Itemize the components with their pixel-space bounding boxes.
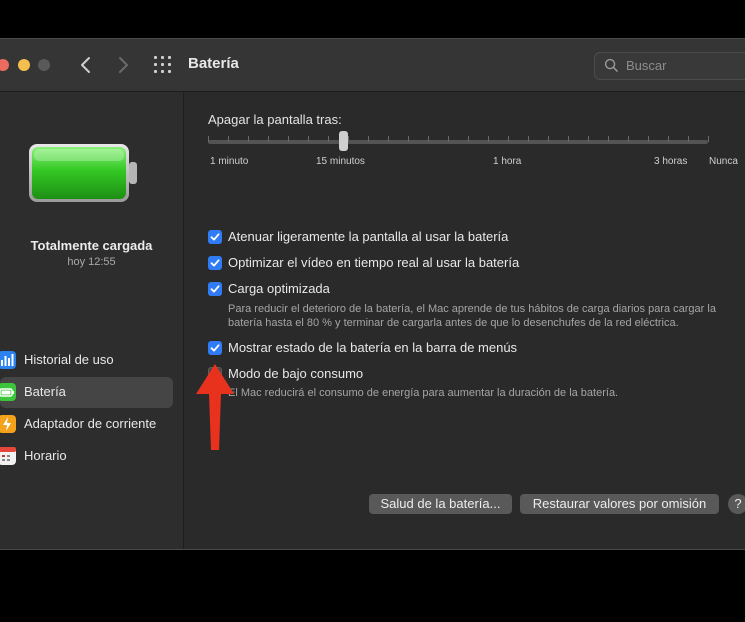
slider-tick-mark xyxy=(588,136,589,142)
optimized-charging-checkbox[interactable] xyxy=(208,282,222,296)
checkmark-icon xyxy=(210,259,220,267)
slider-tick-mark xyxy=(548,136,549,142)
battery-icon xyxy=(0,383,16,401)
slider-tick-mark xyxy=(428,136,429,142)
show-battery-status-checkbox[interactable] xyxy=(208,341,222,355)
help-button[interactable]: ? xyxy=(728,494,745,514)
slider-track[interactable] xyxy=(208,140,708,144)
optimize-video-checkbox[interactable] xyxy=(208,256,222,270)
battery-status-time: hoy 12:55 xyxy=(67,256,116,268)
checkbox-label: Carga optimizada xyxy=(228,281,330,296)
usage-history-icon xyxy=(0,351,16,369)
checkmark-icon xyxy=(210,344,220,352)
slider-tick-mark xyxy=(388,136,389,142)
slider-tick-mark xyxy=(708,136,709,142)
sidebar-item-usage-history[interactable]: Historial de uso xyxy=(0,345,173,376)
slider-tick-mark xyxy=(608,136,609,142)
battery-full-icon xyxy=(29,144,137,202)
slider-tick-mark xyxy=(488,136,489,142)
checkbox-label: Optimizar el vídeo en tiempo real al usa… xyxy=(228,255,520,270)
slider-thumb[interactable] xyxy=(339,131,348,151)
slider-tick-mark xyxy=(528,136,529,142)
slider-tick-mark xyxy=(248,136,249,142)
show-all-grid-icon[interactable] xyxy=(154,56,172,74)
sidebar-item-schedule[interactable]: Horario xyxy=(0,441,173,472)
slider-tick-mark xyxy=(368,136,369,142)
dim-display-checkbox[interactable] xyxy=(208,230,222,244)
checkbox-label: Mostrar estado de la batería en la barra… xyxy=(228,340,518,355)
forward-button[interactable] xyxy=(111,53,135,77)
low-power-mode-description: El Mac reducirá el consumo de energía pa… xyxy=(228,387,619,399)
checkmark-icon xyxy=(210,233,220,241)
zoom-button[interactable] xyxy=(38,59,50,71)
chevron-right-icon xyxy=(119,57,128,73)
search-placeholder[interactable]: Buscar xyxy=(626,58,666,73)
slider-tick-label: 15 minutos xyxy=(316,156,365,167)
slider-tick-mark xyxy=(208,136,209,142)
optimized-charging-description: Para reducir el deterioro de la batería,… xyxy=(228,303,716,329)
slider-tick-mark xyxy=(648,136,649,142)
slider-tick-mark xyxy=(408,136,409,142)
slider-tick-mark xyxy=(568,136,569,142)
sidebar: Totalmente cargada hoy 12:55 Historial d… xyxy=(0,92,184,549)
battery-health-button[interactable]: Salud de la batería... xyxy=(369,494,512,514)
slider-tick-mark xyxy=(288,136,289,142)
sidebar-item-label: Adaptador de corriente xyxy=(24,416,157,431)
system-preferences-window: Batería Buscar Totalmente cargada hoy 12… xyxy=(0,38,745,550)
slider-tick-label: Nunca xyxy=(709,156,738,167)
slider-tick-label: 1 minuto xyxy=(210,156,249,167)
titlebar: Batería Buscar xyxy=(0,39,745,92)
power-adapter-icon xyxy=(0,415,16,433)
slider-tick-mark xyxy=(308,136,309,142)
battery-settings-pane: Apagar la pantalla tras: 1 minuto 15 min… xyxy=(184,92,745,549)
battery-status-title: Totalmente cargada xyxy=(30,238,153,253)
slider-tick-mark xyxy=(228,136,229,142)
sidebar-item-label: Horario xyxy=(24,448,67,463)
sidebar-item-label: Historial de uso xyxy=(24,352,114,367)
slider-tick-mark xyxy=(348,136,349,142)
restore-defaults-button[interactable]: Restaurar valores por omisión xyxy=(520,494,719,514)
annotation-arrow-icon xyxy=(196,364,234,450)
back-button[interactable] xyxy=(74,53,98,77)
close-button[interactable] xyxy=(0,59,9,71)
search-icon xyxy=(604,58,618,72)
minimize-button[interactable] xyxy=(18,59,30,71)
slider-tick-label: 1 hora xyxy=(493,156,522,167)
checkmark-icon xyxy=(210,285,220,293)
calendar-icon xyxy=(0,447,16,465)
slider-tick-mark xyxy=(688,136,689,142)
slider-tick-mark xyxy=(508,136,509,142)
chevron-left-icon xyxy=(81,57,90,73)
slider-tick-mark xyxy=(468,136,469,142)
slider-tick-label: 3 horas xyxy=(654,156,688,167)
sidebar-item-battery[interactable]: Batería xyxy=(0,377,173,408)
sidebar-item-power-adapter[interactable]: Adaptador de corriente xyxy=(0,409,173,440)
slider-tick-mark xyxy=(268,136,269,142)
slider-tick-mark xyxy=(628,136,629,142)
sidebar-item-label: Batería xyxy=(24,384,66,399)
slider-tick-mark xyxy=(668,136,669,142)
checkbox-label: Modo de bajo consumo xyxy=(228,366,364,381)
checkbox-label: Atenuar ligeramente la pantalla al usar … xyxy=(228,229,509,244)
display-sleep-label: Apagar la pantalla tras: xyxy=(208,112,342,127)
window-title: Batería xyxy=(188,55,239,72)
slider-tick-mark xyxy=(448,136,449,142)
search-field[interactable]: Buscar xyxy=(594,52,745,80)
slider-tick-mark xyxy=(328,136,329,142)
